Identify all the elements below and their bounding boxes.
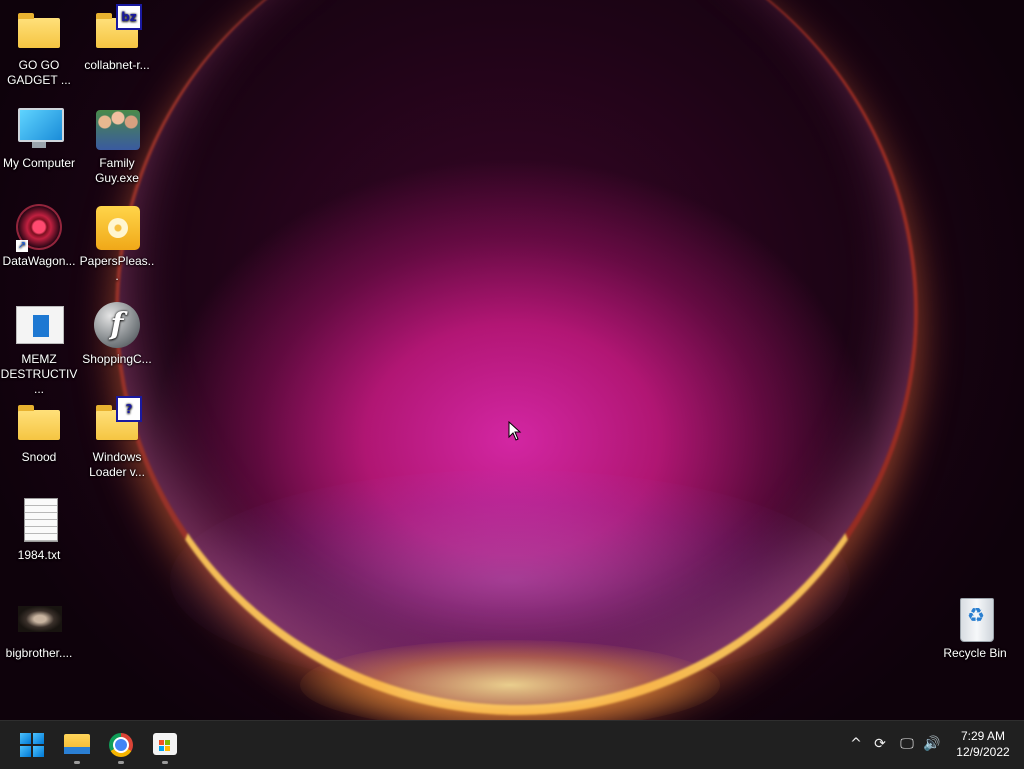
running-indicator [74, 761, 80, 764]
desktop-icon-label: 1984.txt [17, 548, 61, 562]
running-indicator [162, 761, 168, 764]
microsoft-store-button[interactable] [145, 725, 185, 765]
desktop-icon-label: PapersPleas... [79, 254, 155, 283]
desktop-icon-recycle-bin[interactable]: Recycle Bin [936, 596, 1014, 661]
volume-icon[interactable]: 🔊 [921, 733, 943, 755]
desktop-icon-family-guy[interactable]: Family Guy.exe [78, 106, 156, 186]
file-explorer-icon [64, 734, 90, 754]
desktop-icon-label: GO GO GADGET ... [7, 58, 71, 87]
datawagon-icon: ↗ [16, 204, 62, 252]
desktop-icon-label: ShoppingC... [82, 352, 152, 366]
folder-icon [16, 400, 62, 446]
wallpaper-glow-bottom [300, 640, 720, 720]
windows-logo-icon [20, 733, 44, 757]
image-file-icon [16, 596, 62, 642]
desktop: GO GO GADGET ... My Computer ↗ DataWagon… [0, 0, 1024, 720]
desktop-icon-label: Windows Loader v... [89, 450, 145, 479]
clock-time: 7:29 AM [960, 729, 1006, 743]
desktop-icon-shopping[interactable]: f ShoppingC... [78, 302, 156, 367]
sync-status-icon[interactable]: ⟳ [869, 733, 891, 755]
desktop-icon-label: Family Guy.exe [95, 156, 139, 185]
desktop-icon-label: collabnet-r... [84, 58, 150, 72]
monitor-icon [16, 106, 64, 152]
desktop-icon-my-computer[interactable]: My Computer [0, 106, 78, 171]
question-badge: ? [116, 396, 142, 422]
running-indicator [118, 761, 124, 764]
desktop-icon-papers-please[interactable]: PapersPleas... [78, 204, 156, 284]
store-icon [153, 733, 177, 755]
desktop-icon-label: DataWagon... [2, 254, 76, 268]
disc-icon [94, 204, 140, 250]
taskbar: ^ ⟳ 🖵 🔊 7:29 AM 12/9/2022 [0, 720, 1024, 769]
desktop-icon-label: bigbrother.... [5, 646, 73, 660]
folder-icon [16, 8, 62, 54]
bz-badge: bz [116, 4, 142, 30]
clock-date: 12/9/2022 [956, 745, 1010, 759]
desktop-icon-label: Snood [21, 450, 57, 464]
chrome-icon [109, 733, 133, 757]
family-guy-icon [94, 106, 140, 152]
clock[interactable]: 7:29 AM 12/9/2022 [948, 728, 1018, 760]
window-app-icon [16, 302, 64, 348]
archive-folder-icon: bz [94, 4, 142, 54]
show-hidden-icons-chevron-icon[interactable]: ^ [845, 733, 867, 755]
desktop-icon-snood[interactable]: Snood [0, 400, 78, 465]
text-file-icon [16, 498, 62, 544]
desktop-icon-label: Recycle Bin [943, 646, 1007, 660]
desktop-icon-go-go-gadget[interactable]: GO GO GADGET ... [0, 8, 78, 88]
flash-icon: f [94, 302, 140, 348]
recycle-bin-icon [952, 596, 998, 642]
desktop-icon-bigbrother[interactable]: bigbrother.... [0, 596, 78, 661]
start-button[interactable] [12, 725, 52, 765]
help-folder-icon: ? [94, 396, 142, 446]
desktop-icon-label: My Computer [2, 156, 76, 170]
network-icon[interactable]: 🖵 [896, 733, 918, 755]
desktop-icon-datawagon[interactable]: ↗ DataWagon... [0, 204, 78, 269]
chrome-button[interactable] [101, 725, 141, 765]
desktop-icon-memz[interactable]: MEMZ DESTRUCTIV... [0, 302, 78, 397]
desktop-icon-1984-txt[interactable]: 1984.txt [0, 498, 78, 563]
file-explorer-button[interactable] [57, 725, 97, 765]
mouse-cursor-icon [508, 421, 522, 441]
desktop-icon-label: MEMZ DESTRUCTIV... [0, 352, 78, 396]
desktop-icon-collabnet[interactable]: bz collabnet-r... [78, 4, 156, 73]
desktop-icon-windows-loader[interactable]: ? Windows Loader v... [78, 396, 156, 480]
